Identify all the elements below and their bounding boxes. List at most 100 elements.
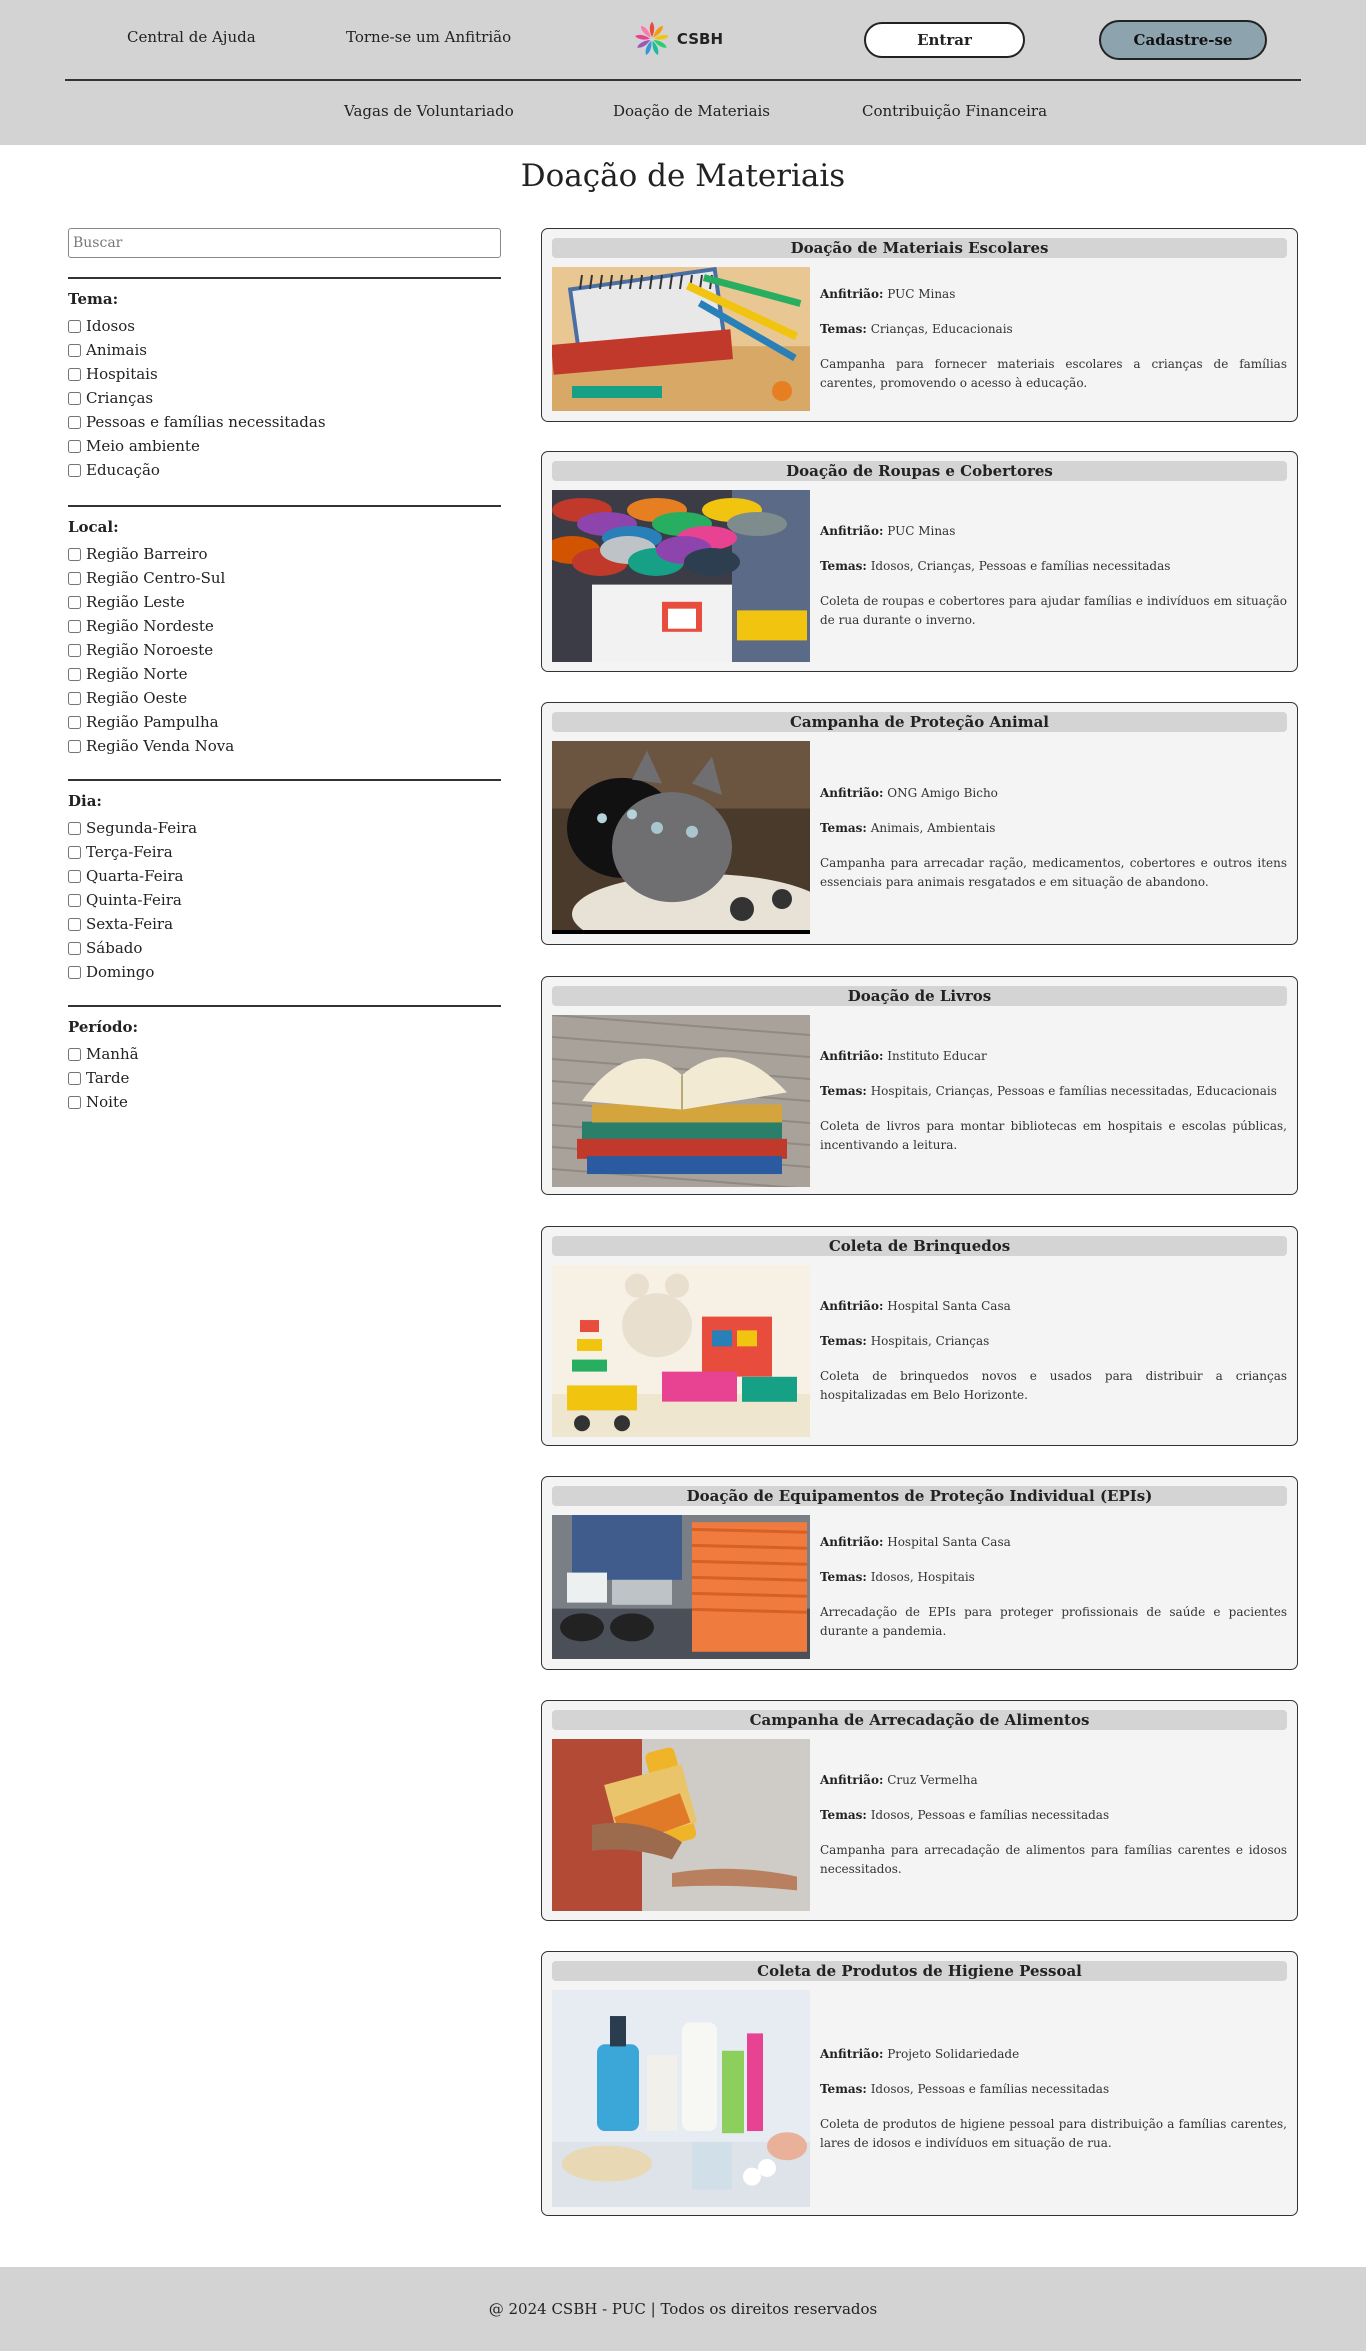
card-description: Coleta de livros para montar bibliotecas… (820, 1119, 1287, 1152)
filter-checkbox[interactable] (68, 1095, 81, 1109)
toys-photo (552, 1265, 810, 1437)
filter-group: Dia: Segunda-Feira Terça-Feira Quarta-Feira… (68, 779, 501, 984)
filter-option-label: Idosos (86, 317, 135, 335)
filter-checkbox[interactable] (68, 343, 81, 357)
filter-checkbox[interactable] (68, 643, 81, 657)
logo-text: CSBH (676, 30, 723, 48)
filter-option[interactable]: Idosos (68, 314, 501, 338)
filter-checkbox[interactable] (68, 893, 81, 907)
filter-checkbox[interactable] (68, 739, 81, 753)
filter-option[interactable]: Quarta-Feira (68, 864, 501, 888)
card-info: Anfitrião: Hospital Santa Casa Temas: Id… (810, 1515, 1287, 1659)
themes-value: Idosos, Pessoas e famílias necessitadas (870, 2081, 1110, 2096)
filter-option[interactable]: Região Centro-Sul (68, 566, 501, 590)
logo[interactable]: CSBH (633, 18, 723, 60)
filter-option[interactable]: Região Barreiro (68, 542, 501, 566)
card-themes: Temas: Idosos, Hospitais (820, 1568, 1287, 1587)
filter-option[interactable]: Domingo (68, 960, 501, 984)
nav-material-donation-link[interactable]: Doação de Materiais (613, 102, 770, 120)
filter-checkbox[interactable] (68, 367, 81, 381)
host-label: Anfitrião: (820, 524, 884, 538)
filter-checkbox[interactable] (68, 1047, 81, 1061)
filter-option[interactable]: Noite (68, 1090, 501, 1114)
filter-checkbox[interactable] (68, 715, 81, 729)
filter-checkbox[interactable] (68, 821, 81, 835)
host-value: Cruz Vermelha (887, 1773, 978, 1787)
donation-card[interactable]: Campanha de Arrecadação de Alimentos Anf… (541, 1700, 1298, 1921)
filter-checkbox[interactable] (68, 691, 81, 705)
card-body: Anfitrião: ONG Amigo Bicho Temas: Animai… (552, 741, 1287, 934)
filter-option[interactable]: Pessoas e famílias necessitadas (68, 410, 501, 434)
donation-card[interactable]: Campanha de Proteção Animal Anfitrião: O… (541, 702, 1298, 945)
host-label: Anfitrião: (820, 785, 884, 800)
filter-checkbox[interactable] (68, 667, 81, 681)
filter-option-label: Região Barreiro (86, 545, 208, 563)
filter-option[interactable]: Região Oeste (68, 686, 501, 710)
filter-option[interactable]: Região Venda Nova (68, 734, 501, 758)
card-info: Anfitrião: Instituto Educar Temas: Hospi… (810, 1015, 1287, 1187)
themes-value: Crianças, Educacionais (870, 322, 1013, 336)
filter-checkbox[interactable] (68, 917, 81, 931)
filter-option[interactable]: Manhã (68, 1042, 501, 1066)
filter-option[interactable]: Tarde (68, 1066, 501, 1090)
filter-checkbox[interactable] (68, 941, 81, 955)
header-divider (65, 79, 1301, 81)
filter-option[interactable]: Região Pampulha (68, 710, 501, 734)
filter-checkbox[interactable] (68, 965, 81, 979)
filter-option[interactable]: Região Norte (68, 662, 501, 686)
filter-option[interactable]: Quinta-Feira (68, 888, 501, 912)
card-body: Anfitrião: Projeto Solidariedade Temas: … (552, 1990, 1287, 2207)
filter-checkbox[interactable] (68, 547, 81, 561)
filter-divider (68, 505, 501, 507)
filter-option[interactable]: Educação (68, 458, 501, 482)
card-host: Anfitrião: Cruz Vermelha (820, 1771, 1287, 1790)
help-center-link[interactable]: Central de Ajuda (127, 28, 256, 46)
filter-checkbox[interactable] (68, 319, 81, 333)
filter-checkbox[interactable] (68, 845, 81, 859)
nav-financial-contribution-link[interactable]: Contribuição Financeira (862, 102, 1047, 120)
filter-checkbox[interactable] (68, 439, 81, 453)
donation-card[interactable]: Doação de Roupas e Cobertores Anfitrião:… (541, 451, 1298, 672)
filter-option[interactable]: Região Leste (68, 590, 501, 614)
filter-option-label: Pessoas e famílias necessitadas (86, 413, 326, 431)
filter-checkbox[interactable] (68, 415, 81, 429)
filter-checkbox[interactable] (68, 463, 81, 477)
card-body: Anfitrião: Hospital Santa Casa Temas: Ho… (552, 1265, 1287, 1437)
filter-option[interactable]: Crianças (68, 386, 501, 410)
donation-card[interactable]: Doação de Livros Anfitrião: Instituto Ed… (541, 976, 1298, 1195)
become-host-link[interactable]: Torne-se um Anfitrião (346, 28, 511, 46)
card-title: Campanha de Proteção Animal (552, 712, 1287, 732)
card-host: Anfitrião: PUC Minas (820, 522, 1287, 541)
filter-option[interactable]: Terça-Feira (68, 840, 501, 864)
donation-card[interactable]: Doação de Materiais Escolares Anfitrião:… (541, 228, 1298, 422)
filter-option[interactable]: Sexta-Feira (68, 912, 501, 936)
card-host: Anfitrião: ONG Amigo Bicho (820, 784, 1287, 803)
filter-option[interactable]: Hospitais (68, 362, 501, 386)
host-value: Instituto Educar (887, 1049, 987, 1063)
filter-option[interactable]: Sábado (68, 936, 501, 960)
filter-checkbox[interactable] (68, 869, 81, 883)
search-input[interactable] (68, 228, 501, 258)
filter-option[interactable]: Animais (68, 338, 501, 362)
donation-card[interactable]: Coleta de Brinquedos Anfitrião: Hospital… (541, 1226, 1298, 1446)
card-themes: Temas: Idosos, Pessoas e famílias necess… (820, 1806, 1287, 1825)
filter-checkbox[interactable] (68, 571, 81, 585)
card-host: Anfitrião: Instituto Educar (820, 1047, 1287, 1066)
filter-option[interactable]: Região Nordeste (68, 614, 501, 638)
nav-volunteer-link[interactable]: Vagas de Voluntariado (344, 102, 514, 120)
donation-card[interactable]: Coleta de Produtos de Higiene Pessoal An… (541, 1951, 1298, 2216)
filter-checkbox[interactable] (68, 1071, 81, 1085)
filter-checkbox[interactable] (68, 391, 81, 405)
donation-card[interactable]: Doação de Equipamentos de Proteção Indiv… (541, 1476, 1298, 1670)
signup-button[interactable]: Cadastre-se (1099, 20, 1267, 60)
school-supplies-photo (552, 267, 810, 411)
filter-option[interactable]: Região Noroeste (68, 638, 501, 662)
card-themes: Temas: Idosos, Pessoas e famílias necess… (820, 2080, 1287, 2099)
filter-title: Dia: (68, 792, 102, 810)
filter-option[interactable]: Segunda-Feira (68, 816, 501, 840)
filter-checkbox[interactable] (68, 595, 81, 609)
login-button[interactable]: Entrar (864, 22, 1025, 58)
filter-option[interactable]: Meio ambiente (68, 434, 501, 458)
filter-checkbox[interactable] (68, 619, 81, 633)
filter-option-label: Domingo (86, 963, 155, 981)
